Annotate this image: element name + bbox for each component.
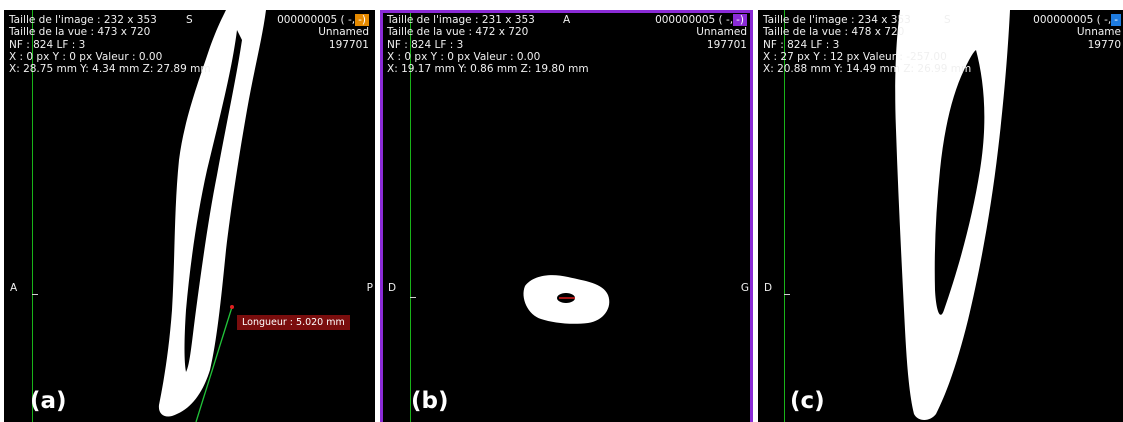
image-info-block: Taille de l'image : 231 x 353 Taille de …: [387, 14, 589, 75]
pixel-value-text: X : 0 px Y : 0 px Valeur : 0.00: [387, 50, 541, 63]
panel-label-c: (c): [790, 388, 825, 414]
series-code-text: 197701: [706, 38, 747, 51]
viewer-panel-c[interactable]: Taille de l'image : 234 x 353 Taille de …: [758, 10, 1123, 422]
orientation-right-label: G: [740, 282, 749, 294]
slice-info-block: 000000005 ( -, -) Unnamed 197701: [655, 14, 747, 51]
panel-color-badge[interactable]: -): [733, 14, 747, 27]
panel-color-badge[interactable]: -: [1111, 14, 1121, 27]
series-name-text: Unnamed: [696, 26, 747, 39]
slice-suffix-text: -,: [725, 14, 734, 26]
panel-label-b: (b): [411, 388, 449, 414]
view-size-text: Taille de la vue : 478 x 720: [763, 26, 905, 39]
series-code-text: 19770: [1087, 38, 1121, 51]
viewer-panel-b[interactable]: Taille de l'image : 231 x 353 Taille de …: [380, 10, 753, 422]
series-name-text: Unname: [1076, 26, 1121, 39]
viewer-panel-a[interactable]: Taille de l'image : 232 x 353 Taille de …: [4, 10, 375, 422]
frame-info-text: NF : 824 LF : 3: [763, 38, 840, 51]
measurement-point: [230, 305, 234, 309]
orientation-top-label: S: [944, 14, 951, 26]
panel-label-a: (a): [30, 388, 67, 414]
image-size-text: Taille de l'image : 231 x 353: [387, 14, 535, 26]
view-size-text: Taille de la vue : 472 x 720: [387, 26, 529, 39]
pixel-value-text: X : 27 px Y : 12 px Valeur : -257.00: [763, 50, 947, 63]
orientation-top-label: A: [563, 14, 571, 26]
axis-tick: [784, 294, 790, 295]
slice-info-block: 000000005 ( -, - Unname 19770: [1033, 14, 1121, 51]
orientation-left-label: D: [764, 282, 773, 294]
image-info-block: Taille de l'image : 234 x 353 Taille de …: [763, 14, 971, 75]
slice-id-text: 000000005 (: [655, 14, 723, 26]
image-size-text: Taille de l'image : 234 x 353: [763, 14, 911, 26]
length-measurement-label: Longueur : 5.020 mm: [237, 315, 350, 330]
slice-suffix-text: -,: [1104, 14, 1112, 26]
mm-coordinates-text: X: 19.17 mm Y: 0.86 mm Z: 19.80 mm: [387, 63, 589, 76]
mm-coordinates-text: X: 20.88 mm Y: 14.49 mm Z: 26.99 mm: [763, 63, 972, 76]
measurement-line: [195, 305, 234, 422]
frame-info-text: NF : 824 LF : 3: [387, 38, 464, 51]
orientation-left-label: D: [388, 282, 397, 294]
axis-tick: [410, 297, 416, 298]
slice-id-text: 000000005 (: [1033, 14, 1101, 26]
